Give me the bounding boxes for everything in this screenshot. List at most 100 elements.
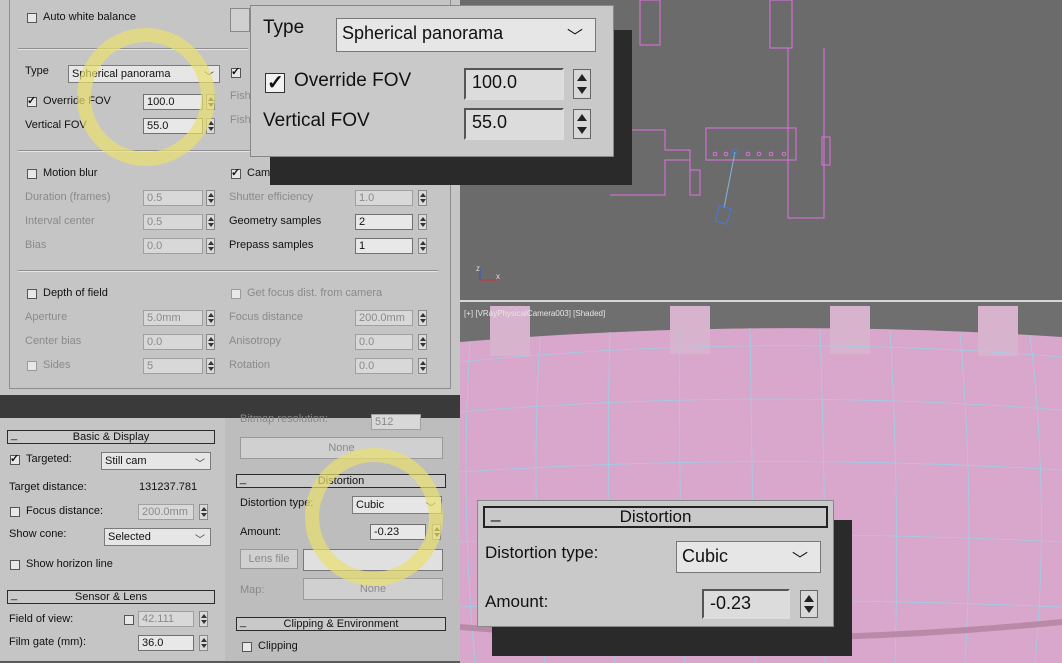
targeted-value: Still cam (105, 455, 147, 467)
duration-spinner[interactable] (206, 190, 215, 206)
minus-icon: _ (11, 589, 18, 601)
zoom-amount-spinner[interactable] (800, 590, 818, 618)
sides-checkbox[interactable] (27, 361, 37, 371)
prepass-samples-input[interactable]: 1 (355, 238, 413, 254)
minus-icon: _ (491, 503, 501, 522)
target-distance-label: Target distance: (9, 481, 87, 493)
zoom-type-dropdown[interactable]: Spherical panorama ﹀ (336, 18, 596, 52)
interval-center-spinner[interactable] (206, 214, 215, 230)
rotation-label: Rotation (229, 359, 270, 371)
rotation-spinner[interactable] (418, 358, 427, 374)
sides-spinner[interactable] (206, 358, 215, 374)
map-label: Map: (240, 584, 265, 596)
basic-display-header[interactable]: _ Basic & Display (7, 429, 215, 444)
fish-label-2: Fish (230, 114, 251, 126)
focus-distance-label: Focus distance (229, 311, 303, 323)
show-horizon-line-checkbox[interactable] (10, 560, 20, 570)
targeted-dropdown[interactable]: Still cam ﹀ (101, 452, 211, 470)
sensor-lens-header[interactable]: _ Sensor & Lens (7, 589, 215, 604)
geometry-samples-input[interactable]: 2 (355, 214, 413, 230)
zoom-vertical-fov-spinner[interactable] (573, 109, 591, 139)
zoom-override-fov-checkbox[interactable] (265, 70, 285, 95)
zoom-vertical-fov-label: Vertical FOV (263, 110, 370, 131)
focus-distance-spinner[interactable] (199, 504, 208, 520)
wire-dot (781, 151, 787, 157)
anisotropy-spinner[interactable] (418, 334, 427, 350)
wire-dot (745, 151, 751, 157)
center-bias-input[interactable]: 0.0 (143, 334, 203, 350)
field-of-view-input[interactable]: 42.111 (138, 611, 194, 627)
zoom-callout-distortion: _ Distortion Distortion type: Cubic ﹀ Amou… (477, 500, 834, 627)
focus-distance-input[interactable]: 200.0mm (138, 504, 194, 520)
zoom-distortion-type-label: Distortion type: (485, 543, 599, 562)
shutter-efficiency-input[interactable]: 1.0 (355, 190, 413, 206)
auto-white-balance-checkbox[interactable] (27, 13, 37, 23)
divider (18, 270, 438, 272)
zoom-override-fov-input[interactable]: 100.0 (464, 68, 564, 100)
duration-input[interactable]: 0.5 (143, 190, 203, 206)
clipping-environment-header[interactable]: _ Clipping & Environment (236, 616, 446, 631)
distortion-panel: Bitmap resolution: 512 None _ Distortion … (225, 413, 460, 661)
zoom-distortion-type-dropdown[interactable]: Cubic ﹀ (676, 541, 821, 573)
focus-distance-input[interactable]: 200.0mm (355, 310, 413, 326)
zoom-distortion-header[interactable]: _ Distortion (483, 503, 828, 528)
aperture-spinner[interactable] (206, 310, 215, 326)
show-cone-label: Show cone: (9, 528, 67, 540)
get-focus-dist-checkbox[interactable] (231, 289, 241, 299)
bias-input[interactable]: 0.0 (143, 238, 203, 254)
interval-center-label: Interval center (25, 215, 95, 227)
field-of-view-checkbox[interactable] (124, 615, 134, 625)
interval-center-input[interactable]: 0.5 (143, 214, 203, 230)
shutter-efficiency-label: Shutter efficiency (229, 191, 314, 203)
rotation-input[interactable]: 0.0 (355, 358, 413, 374)
highlight-circle (305, 448, 443, 586)
focus-distance-checkbox[interactable] (10, 507, 20, 517)
wire-column (787, 48, 825, 219)
clipping-environment-title: Clipping & Environment (283, 618, 399, 630)
type-label: Type (25, 65, 49, 77)
color-swatch-button[interactable] (230, 8, 250, 32)
depth-of-field-label: Depth of field (43, 287, 108, 299)
zoom-override-fov-spinner[interactable] (573, 69, 591, 99)
lens-file-button[interactable]: Lens file (240, 549, 298, 569)
highlight-circle (77, 28, 215, 166)
aperture-input[interactable]: 5.0mm (143, 310, 203, 326)
field-of-view-spinner[interactable] (199, 611, 208, 627)
zoom-vertical-fov-input[interactable]: 55.0 (464, 108, 564, 140)
motion-blur-checkbox[interactable] (27, 169, 37, 179)
center-bias-spinner[interactable] (206, 334, 215, 350)
film-gate-input[interactable]: 36.0 (138, 635, 194, 651)
wire-post-right (769, 0, 793, 49)
focus-distance-spinner[interactable] (418, 310, 427, 326)
show-cone-dropdown[interactable]: Selected ﹀ (104, 528, 211, 546)
camera-motion-blur-checkbox[interactable] (231, 166, 241, 179)
pink-column-4 (978, 306, 1018, 356)
geometry-samples-spinner[interactable] (418, 214, 427, 230)
sides-label: Sides (43, 359, 71, 371)
film-gate-label: Film gate (mm): (9, 636, 86, 648)
minus-icon: _ (11, 429, 18, 441)
viewport-label[interactable]: [+] [VRayPhysicalCamera003] [Shaded] (464, 309, 605, 318)
bitmap-resolution-input[interactable]: 512 (371, 414, 421, 430)
center-bias-label: Center bias (25, 335, 82, 347)
motion-blur-label: Motion blur (43, 167, 98, 179)
basic-display-panel: _ Basic & Display Targeted: Still cam ﹀ Ta… (0, 418, 225, 661)
sides-input[interactable]: 5 (143, 358, 203, 374)
bias-spinner[interactable] (206, 238, 215, 254)
show-horizon-line-label: Show horizon line (26, 558, 113, 570)
film-gate-spinner[interactable] (199, 635, 208, 651)
anisotropy-input[interactable]: 0.0 (355, 334, 413, 350)
zoom-override-fov-label: Override FOV (294, 70, 412, 91)
shutter-efficiency-spinner[interactable] (418, 190, 427, 206)
targeted-checkbox[interactable] (10, 452, 20, 465)
field-of-view-label: Field of view: (9, 613, 74, 625)
prepass-samples-spinner[interactable] (418, 238, 427, 254)
fisheye-checkbox[interactable] (231, 65, 241, 78)
override-fov-checkbox[interactable] (27, 94, 37, 107)
fish-label-1: Fish (230, 90, 251, 102)
amount-label: Amount: (240, 526, 281, 538)
zoom-amount-input[interactable]: -0.23 (702, 589, 790, 619)
bitmap-resolution-label: Bitmap resolution: (240, 413, 329, 425)
clipping-checkbox[interactable] (242, 642, 252, 652)
depth-of-field-checkbox[interactable] (27, 289, 37, 299)
